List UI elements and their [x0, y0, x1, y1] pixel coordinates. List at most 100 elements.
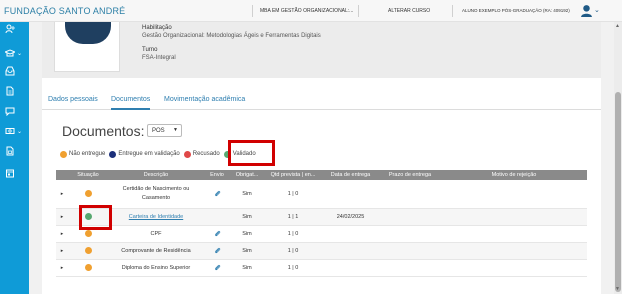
- upload-cell[interactable]: [204, 259, 230, 277]
- sidebar-item-inbox[interactable]: [5, 64, 25, 78]
- habilitacao-value: Gestão Organizacional: Metodologias Ágei…: [142, 33, 321, 39]
- required-cell: Sim: [230, 242, 264, 260]
- deadline-cell: [379, 208, 441, 226]
- sidebar-item-files[interactable]: [5, 144, 25, 158]
- deadline-cell: [379, 180, 441, 209]
- expand-row-icon[interactable]: ▸: [56, 225, 68, 243]
- scroll-down-icon[interactable]: ▼: [615, 286, 620, 292]
- upload-cell[interactable]: [204, 225, 230, 243]
- table-row[interactable]: ▸ Carteira de Identidade Sim 1 | 1 24/02…: [56, 208, 587, 226]
- highlight-box-status: [79, 205, 112, 230]
- legend-item: Não entregue: [60, 150, 105, 158]
- required-cell: Sim: [230, 225, 264, 243]
- document-link[interactable]: Carteira de Identidade: [129, 214, 183, 220]
- vertical-scrollbar[interactable]: ▲ ▼: [614, 22, 622, 294]
- column-header[interactable]: Data de entrega: [322, 170, 379, 180]
- money-icon: [5, 128, 15, 134]
- photo-silhouette: [65, 22, 111, 44]
- table-row[interactable]: ▸ CPF Sim 1 | 0: [56, 225, 587, 243]
- rejection-reason-cell: [441, 208, 587, 226]
- divider: [358, 5, 359, 17]
- legend-item: Recusado: [183, 150, 220, 158]
- sidebar-item-academic[interactable]: ⌄: [5, 46, 25, 60]
- document-icon: [6, 86, 14, 96]
- student-card: Habilitação Gestão Organizacional: Metod…: [42, 22, 601, 294]
- pending-status-icon: [84, 247, 92, 254]
- column-header[interactable]: Descrição: [108, 170, 204, 180]
- rejection-reason-cell: [441, 259, 587, 277]
- expand-row-icon[interactable]: ▸: [56, 259, 68, 277]
- expand-row-icon[interactable]: ▸: [56, 208, 68, 226]
- top-bar: FUNDAÇÃO SANTO ANDRÉ MBA EM GESTÃO ORGAN…: [0, 0, 622, 22]
- user-name[interactable]: ALUNO EXEMPLO PÓS-GRADUAÇÃO (RA: 409192): [462, 8, 570, 13]
- rejection-reason-cell: [441, 242, 587, 260]
- pending-status-icon: [84, 190, 92, 198]
- expand-row-icon[interactable]: ▸: [56, 242, 68, 260]
- quantity-cell: 1 | 0: [264, 259, 322, 277]
- user-avatar-icon[interactable]: [580, 4, 593, 17]
- expand-row-icon[interactable]: ▸: [56, 180, 68, 209]
- delivery-date-cell: 24/02/2025: [322, 208, 379, 226]
- column-header[interactable]: Situação: [68, 170, 108, 180]
- legend-label: Entregue em validação: [118, 151, 180, 157]
- document-type-select[interactable]: POS ▼: [147, 124, 182, 137]
- divider: [252, 5, 253, 17]
- documents-table: Situação Descrição Envio Obrigat... Qtd …: [56, 170, 587, 277]
- student-photo: [54, 22, 120, 72]
- description-cell: Comprovante de Residência: [108, 242, 204, 260]
- status-cell: [68, 259, 108, 277]
- upload-cell[interactable]: [204, 242, 230, 260]
- chevron-down-icon[interactable]: ⌄: [594, 6, 600, 14]
- inbox-icon: [5, 66, 15, 76]
- pending-status-icon: [84, 230, 92, 237]
- column-header[interactable]: Envio: [204, 170, 230, 180]
- course-selector[interactable]: MBA EM GESTÃO ORGANIZACIONAL:...: [260, 8, 353, 14]
- legend-item: Entregue em validação: [109, 150, 180, 158]
- paperclip-icon[interactable]: [214, 247, 221, 254]
- upload-cell[interactable]: [204, 180, 230, 209]
- tab-documentos[interactable]: Documentos: [111, 96, 151, 110]
- quantity-cell: 1 | 0: [264, 225, 322, 243]
- sidebar-item-profile[interactable]: [5, 22, 25, 36]
- column-header[interactable]: Prazo de entrega: [379, 170, 441, 180]
- description-line: Casamento: [141, 194, 171, 201]
- status-cell: [68, 242, 108, 260]
- rejected-status-icon: [183, 150, 191, 158]
- table-row[interactable]: ▸ Diploma do Ensino Superior Sim 1 | 0: [56, 259, 587, 277]
- file-icon: [6, 146, 14, 156]
- rejection-reason-cell: [441, 225, 587, 243]
- tab-dados-pessoais[interactable]: Dados pessoais: [48, 96, 98, 103]
- description-cell: Diploma do Ensino Superior: [108, 259, 204, 277]
- change-course-link[interactable]: ALTERAR CURSO: [388, 8, 430, 14]
- description-cell[interactable]: Carteira de Identidade: [108, 208, 204, 226]
- paperclip-icon[interactable]: [214, 264, 221, 271]
- description-line: Certidão de Nascimento ou: [122, 185, 190, 192]
- expand-column: [56, 170, 68, 180]
- legend-label: Recusado: [192, 151, 220, 157]
- highlight-box-legend: [228, 140, 275, 166]
- chevron-down-icon: ⌄: [17, 128, 23, 135]
- paperclip-icon[interactable]: [214, 230, 221, 237]
- column-header[interactable]: Qtd prevista | en...: [264, 170, 322, 180]
- table-row[interactable]: ▸ Certidão de Nascimento ou Casamento Sim…: [56, 180, 587, 209]
- table-row[interactable]: ▸ Comprovante de Residência Sim 1 | 0: [56, 242, 587, 260]
- scrollbar-thumb[interactable]: [615, 92, 621, 292]
- sidebar-item-calendar[interactable]: [5, 166, 25, 180]
- scroll-up-icon[interactable]: ▲: [615, 23, 620, 29]
- column-header[interactable]: Obrigat...: [230, 170, 264, 180]
- sidebar-item-documents[interactable]: [5, 84, 25, 98]
- deadline-cell: [379, 259, 441, 277]
- sidebar-item-messages[interactable]: [5, 104, 25, 118]
- required-cell: Sim: [230, 180, 264, 209]
- column-header[interactable]: Motivo de rejeição: [441, 170, 587, 180]
- paperclip-icon[interactable]: [214, 190, 221, 197]
- sidebar-item-financial[interactable]: ⌄: [5, 124, 25, 138]
- quantity-cell: 1 | 1: [264, 208, 322, 226]
- delivery-date-cell: [322, 180, 379, 209]
- main-content: Habilitação Gestão Organizacional: Metod…: [29, 22, 614, 294]
- table-header-row: Situação Descrição Envio Obrigat... Qtd …: [56, 170, 587, 180]
- pending-status-icon: [84, 264, 92, 271]
- user-plus-icon: [5, 24, 15, 34]
- tab-movimentacao-academica[interactable]: Movimentação acadêmica: [164, 96, 245, 103]
- brand-name[interactable]: FUNDAÇÃO SANTO ANDRÉ: [4, 6, 125, 16]
